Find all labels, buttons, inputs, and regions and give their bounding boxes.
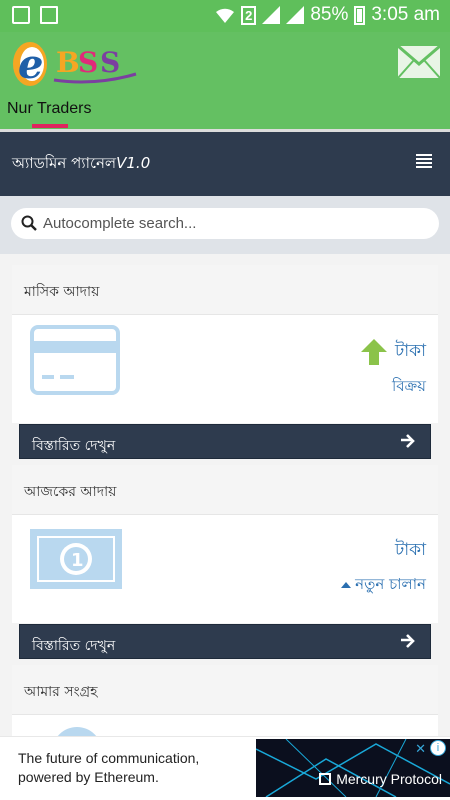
ad-line-1: The future of communication, [18, 750, 200, 766]
admin-bar: অ্যাডমিন প্যানেলV1.0 [0, 132, 450, 196]
monthly-collection-card: মাসিক আদায় টাকা বিক্রয় [12, 265, 438, 423]
arrow-up-icon [360, 339, 387, 365]
view-details-button-2[interactable]: বিস্তারিত দেখুন [19, 624, 431, 659]
signal-icon-2 [286, 6, 305, 24]
arrow-right-icon [401, 634, 415, 648]
ad-brand: Mercury Protocol [319, 771, 442, 787]
card-title: মাসিক আদায় [12, 265, 438, 315]
signal-icon [262, 6, 281, 24]
card-title: আজকের আদায় [12, 465, 438, 515]
svg-text:1: 1 [71, 550, 84, 571]
svg-text:S: S [100, 46, 120, 79]
caret-up-icon [341, 581, 352, 588]
ad-banner[interactable]: The future of communication, powered by … [0, 736, 450, 800]
collection-icon [52, 727, 102, 736]
version-label: V1.0 [116, 154, 151, 172]
ad-text[interactable]: The future of communication, powered by … [18, 749, 199, 787]
svg-text:S: S [78, 46, 98, 79]
document-icon [40, 6, 58, 24]
search-icon [21, 215, 37, 231]
today-collection-card: আজকের আদায় 1 টাকা নতুন চালান [12, 465, 438, 623]
battery-icon [354, 5, 366, 25]
mail-icon[interactable] [398, 46, 440, 78]
ebss-logo[interactable]: e B S S [10, 36, 140, 96]
sales-label: বিক্রয় [391, 377, 426, 395]
clock: 3:05 am [371, 4, 440, 25]
ad-close-icon[interactable]: ✕ [415, 741, 426, 757]
button-label: বিস্তারিত দেখুন [32, 638, 116, 654]
search-bar[interactable] [11, 208, 439, 239]
ad-brand-label: Mercury Protocol [336, 771, 442, 787]
card-stats: টাকা নতুন চালান [341, 537, 426, 598]
credit-card-icon [30, 325, 120, 395]
view-details-button[interactable]: বিস্তারিত দেখুন [19, 424, 431, 459]
button-label: বিস্তারিত দেখুন [32, 438, 116, 454]
search-input[interactable] [43, 212, 423, 235]
amount-label: টাকা [394, 540, 426, 560]
adchoices-icon[interactable]: i [430, 740, 446, 756]
amount-label: টাকা [394, 341, 426, 361]
admin-panel-title: অ্যাডমিন প্যানেলV1.0 [12, 152, 150, 177]
card-title: আমার সংগ্রহ [12, 665, 438, 715]
banknote-icon: 1 [30, 529, 122, 589]
ad-line-2: powered by Ethereum. [18, 769, 159, 785]
status-bar: 2 85% 3:05 am [0, 0, 450, 32]
arrow-right-icon [401, 434, 415, 448]
admin-title-text: অ্যাডমিন প্যানেল [12, 154, 117, 172]
active-tab-indicator [32, 124, 68, 128]
shop-name[interactable]: Nur Traders [7, 100, 91, 118]
new-invoice-label: নতুন চালান [355, 575, 426, 593]
menu-icon[interactable] [416, 154, 432, 168]
search-section [0, 196, 450, 254]
sim-indicator: 2 [241, 5, 257, 25]
image-icon [12, 6, 30, 24]
brand-logo-icon [319, 773, 332, 785]
app-bar: e B S S Nur Traders [0, 32, 450, 129]
battery-percent: 85% [310, 4, 349, 25]
wifi-icon [216, 8, 235, 23]
svg-text:B: B [56, 46, 80, 79]
my-collection-card: আমার সংগ্রহ [12, 665, 438, 736]
svg-text:e: e [18, 41, 43, 88]
card-stats: টাকা বিক্রয় [359, 337, 426, 400]
